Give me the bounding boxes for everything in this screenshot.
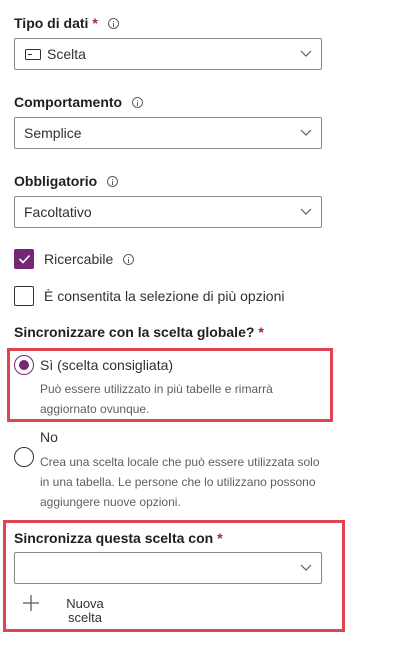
multi-select-label: È consentita la selezione di più opzioni: [44, 288, 285, 304]
data-type-label: Tipo di dati *: [14, 14, 119, 32]
required-label-text: Obbligatorio: [14, 173, 98, 189]
choice-icon: [25, 48, 41, 60]
behavior-label: Comportamento: [14, 93, 144, 111]
radio-no[interactable]: [14, 447, 34, 467]
required-value: Facoltativo: [24, 204, 92, 220]
data-type-label-text: Tipo di dati: [14, 15, 89, 31]
new-choice-button[interactable]: [22, 594, 40, 612]
info-icon[interactable]: [123, 253, 135, 265]
chevron-down-icon: [300, 127, 312, 139]
radio-yes-description: Può essere utilizzato in più tabelle e r…: [40, 379, 273, 419]
sync-global-label: Sincronizzare con la scelta globale? *: [14, 323, 264, 341]
behavior-label-text: Comportamento: [14, 94, 123, 110]
radio-no-desc-line3: aggiungere nuove opzioni.: [40, 495, 181, 509]
behavior-value: Semplice: [24, 125, 82, 141]
radio-no-desc-line1: Crea una scelta locale che può essere ut…: [40, 455, 320, 469]
checkmark-icon: [18, 254, 30, 264]
required-dropdown[interactable]: Facoltativo: [14, 196, 322, 228]
radio-yes-desc-line1: Può essere utilizzato in più tabelle e r…: [40, 382, 273, 396]
radio-no-label[interactable]: No: [40, 429, 58, 445]
info-icon[interactable]: [107, 175, 119, 187]
radio-no-desc-line2: in una tabella. Le persone che lo utiliz…: [40, 475, 316, 489]
sync-with-label: Sincronizza questa scelta con *: [14, 529, 223, 547]
multi-select-checkbox[interactable]: [14, 286, 34, 306]
required-asterisk: *: [217, 530, 223, 546]
chevron-down-icon: [300, 206, 312, 218]
sync-with-dropdown[interactable]: [14, 552, 322, 584]
info-icon[interactable]: [132, 96, 144, 108]
required-label: Obbligatorio: [14, 172, 119, 190]
radio-yes-label[interactable]: Sì (scelta consigliata): [40, 357, 173, 373]
radio-yes-desc-line2: aggiornato ovunque.: [40, 402, 150, 416]
sync-global-label-text: Sincronizzare con la scelta globale?: [14, 324, 255, 340]
radio-yes[interactable]: [14, 355, 34, 375]
searchable-checkbox[interactable]: [14, 249, 34, 269]
info-icon[interactable]: [107, 17, 119, 29]
searchable-label-text: Ricercabile: [44, 251, 114, 267]
required-asterisk: *: [258, 324, 264, 340]
new-choice-line2: scelta: [68, 610, 102, 625]
new-choice-label[interactable]: Nuova scelta: [60, 597, 110, 625]
radio-no-description: Crea una scelta locale che può essere ut…: [40, 452, 320, 512]
chevron-down-icon: [300, 562, 312, 574]
searchable-label: Ricercabile: [44, 251, 135, 267]
chevron-down-icon: [300, 48, 312, 60]
behavior-dropdown[interactable]: Semplice: [14, 117, 322, 149]
sync-with-label-text: Sincronizza questa scelta con: [14, 530, 214, 546]
required-asterisk: *: [92, 15, 98, 31]
new-choice-line1: Nuova: [66, 596, 104, 611]
data-type-value: Scelta: [47, 46, 86, 62]
plus-icon: [22, 594, 40, 612]
data-type-dropdown[interactable]: Scelta: [14, 38, 322, 70]
